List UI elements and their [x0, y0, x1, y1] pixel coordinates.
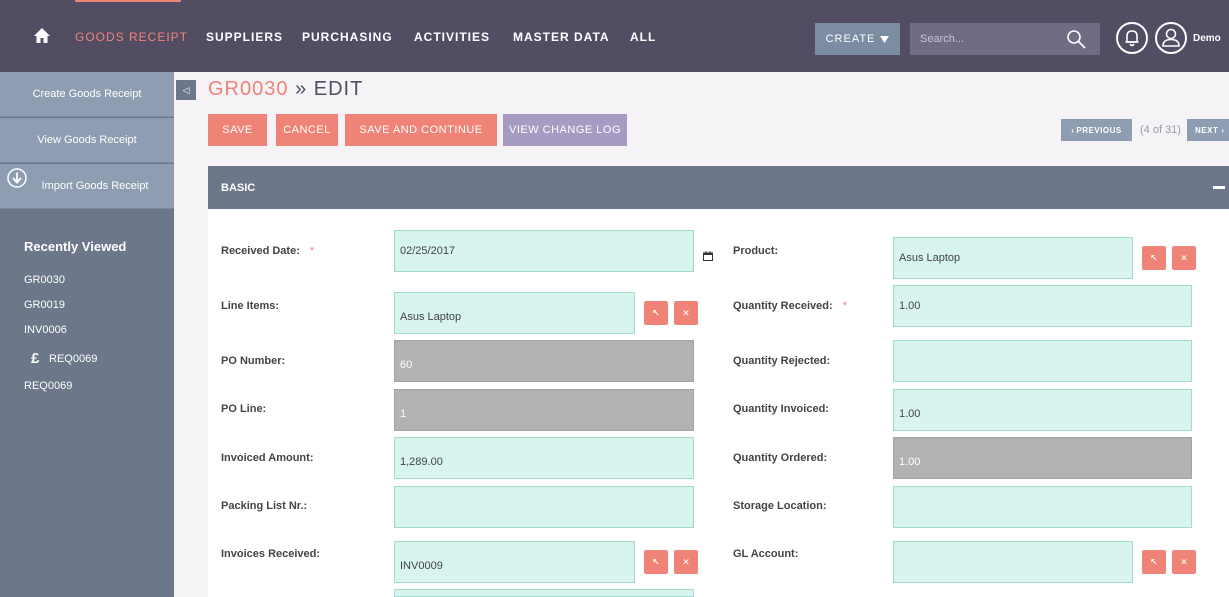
sidebar: Create Goods Receipt View Goods Receipt … [0, 72, 174, 597]
save-and-continue-button[interactable]: SAVE AND CONTINUE [345, 114, 497, 146]
collapse-sidebar-icon[interactable]: ◁ [176, 80, 196, 100]
product-field[interactable]: Asus Laptop [893, 237, 1133, 279]
next-label: NEXT [1195, 125, 1219, 135]
invoices-received-label: Invoices Received: [221, 548, 321, 560]
clear-product-button[interactable]: ✕ [1172, 246, 1196, 270]
nav-purchasing[interactable]: PURCHASING [302, 30, 393, 44]
storage-location-field[interactable] [893, 486, 1192, 528]
clear-gl-account-button[interactable]: ✕ [1172, 550, 1196, 574]
create-label: CREATE [825, 33, 876, 45]
recent-item[interactable]: GR0019 [24, 299, 65, 311]
select-line-item-button[interactable]: ↖ [644, 301, 668, 325]
packing-list-label: Packing List Nr.: [221, 500, 308, 512]
cancel-button[interactable]: CANCEL [276, 114, 338, 146]
packing-list-field[interactable] [394, 486, 694, 528]
active-nav-indicator [75, 0, 181, 2]
received-date-field[interactable]: 02/25/2017 [394, 230, 694, 272]
create-button[interactable]: CREATE [815, 23, 900, 55]
required-marker: * [309, 245, 315, 257]
nav-master-data[interactable]: MASTER DATA [513, 30, 610, 44]
quantity-invoiced-label: Quantity Invoiced: [733, 403, 829, 415]
import-download-icon [7, 168, 27, 188]
user-name[interactable]: Demo [1193, 33, 1221, 44]
nav-activities[interactable]: ACTIVITIES [414, 30, 490, 44]
search-icon[interactable] [1066, 29, 1086, 49]
gl-account-label: GL Account: [733, 548, 799, 560]
save-button[interactable]: SAVE [208, 114, 267, 146]
line-items-field[interactable]: Asus Laptop [394, 292, 635, 334]
po-line-field: 1 [394, 389, 694, 431]
chevron-left-icon: ‹ [1071, 125, 1075, 135]
quantity-ordered-field: 1.00 [893, 437, 1192, 479]
nav-goods-receipt[interactable]: GOODS RECEIPT [75, 30, 188, 44]
pager-count: (4 of 31) [1140, 124, 1181, 136]
nav-all[interactable]: ALL [630, 30, 656, 44]
panel-header[interactable]: BASIC [208, 166, 1229, 209]
previous-button[interactable]: ‹ PREVIOUS [1061, 119, 1132, 141]
received-date-label: Received Date: * [221, 245, 315, 257]
gl-account-field[interactable] [893, 541, 1133, 583]
previous-label: PREVIOUS [1076, 125, 1122, 135]
po-number-field: 60 [394, 340, 694, 382]
quantity-received-label: Quantity Received: * [733, 300, 847, 312]
home-icon[interactable] [33, 27, 51, 45]
select-gl-account-button[interactable]: ↖ [1142, 550, 1166, 574]
recent-item[interactable]: INV0006 [24, 324, 67, 336]
recently-viewed-title: Recently Viewed [24, 239, 127, 254]
quantity-received-field[interactable]: 1.00 [893, 285, 1192, 327]
view-change-log-button[interactable]: VIEW CHANGE LOG [503, 114, 627, 146]
storage-location-label: Storage Location: [733, 500, 827, 512]
invoices-received-field[interactable]: INV0009 [394, 541, 635, 583]
page-title: GR0030 » EDIT [208, 78, 363, 101]
panel-title: BASIC [221, 181, 256, 194]
product-label: Product: [733, 245, 779, 257]
notifications-bell-icon[interactable] [1116, 22, 1148, 54]
sidebar-import-label: Import Goods Receipt [41, 180, 149, 192]
quantity-rejected-label: Quantity Rejected: [733, 355, 831, 367]
top-navigation-bar: GOODS RECEIPT SUPPLIERS PURCHASING ACTIV… [0, 0, 1229, 72]
next-field-partial[interactable] [394, 589, 694, 597]
clear-line-item-button[interactable]: ✕ [674, 301, 698, 325]
clear-invoice-button[interactable]: ✕ [674, 550, 698, 574]
recent-item[interactable]: REQ0069 [49, 353, 97, 365]
required-marker: * [842, 300, 847, 312]
quantity-invoiced-field[interactable]: 1.00 [893, 389, 1192, 431]
next-button[interactable]: NEXT › [1187, 119, 1229, 141]
sidebar-create-goods-receipt[interactable]: Create Goods Receipt [0, 72, 174, 117]
invoiced-amount-field[interactable]: 1,289.00 [394, 437, 694, 479]
quantity-rejected-field[interactable] [893, 340, 1192, 382]
po-number-label: PO Number: [221, 355, 286, 367]
select-invoice-button[interactable]: ↖ [644, 550, 668, 574]
pound-currency-icon: £ [31, 350, 40, 367]
quantity-ordered-label: Quantity Ordered: [733, 452, 828, 464]
nav-suppliers[interactable]: SUPPLIERS [206, 30, 283, 44]
caret-down-icon [880, 35, 890, 43]
select-product-button[interactable]: ↖ [1142, 246, 1166, 270]
invoiced-amount-label: Invoiced Amount: [221, 452, 314, 464]
line-items-label: Line Items: [221, 300, 280, 312]
record-code: GR0030 [208, 78, 289, 100]
po-line-label: PO Line: [221, 403, 267, 415]
recent-item[interactable]: REQ0069 [24, 380, 72, 392]
title-separator: » [295, 78, 308, 100]
page-mode: EDIT [313, 78, 364, 100]
sidebar-view-goods-receipt[interactable]: View Goods Receipt [0, 118, 174, 163]
chevron-right-icon: › [1221, 125, 1225, 135]
recent-item[interactable]: GR0030 [24, 274, 65, 286]
collapse-panel-icon[interactable] [1213, 186, 1225, 189]
calendar-icon[interactable] [703, 251, 713, 261]
user-avatar-icon[interactable] [1155, 22, 1187, 54]
